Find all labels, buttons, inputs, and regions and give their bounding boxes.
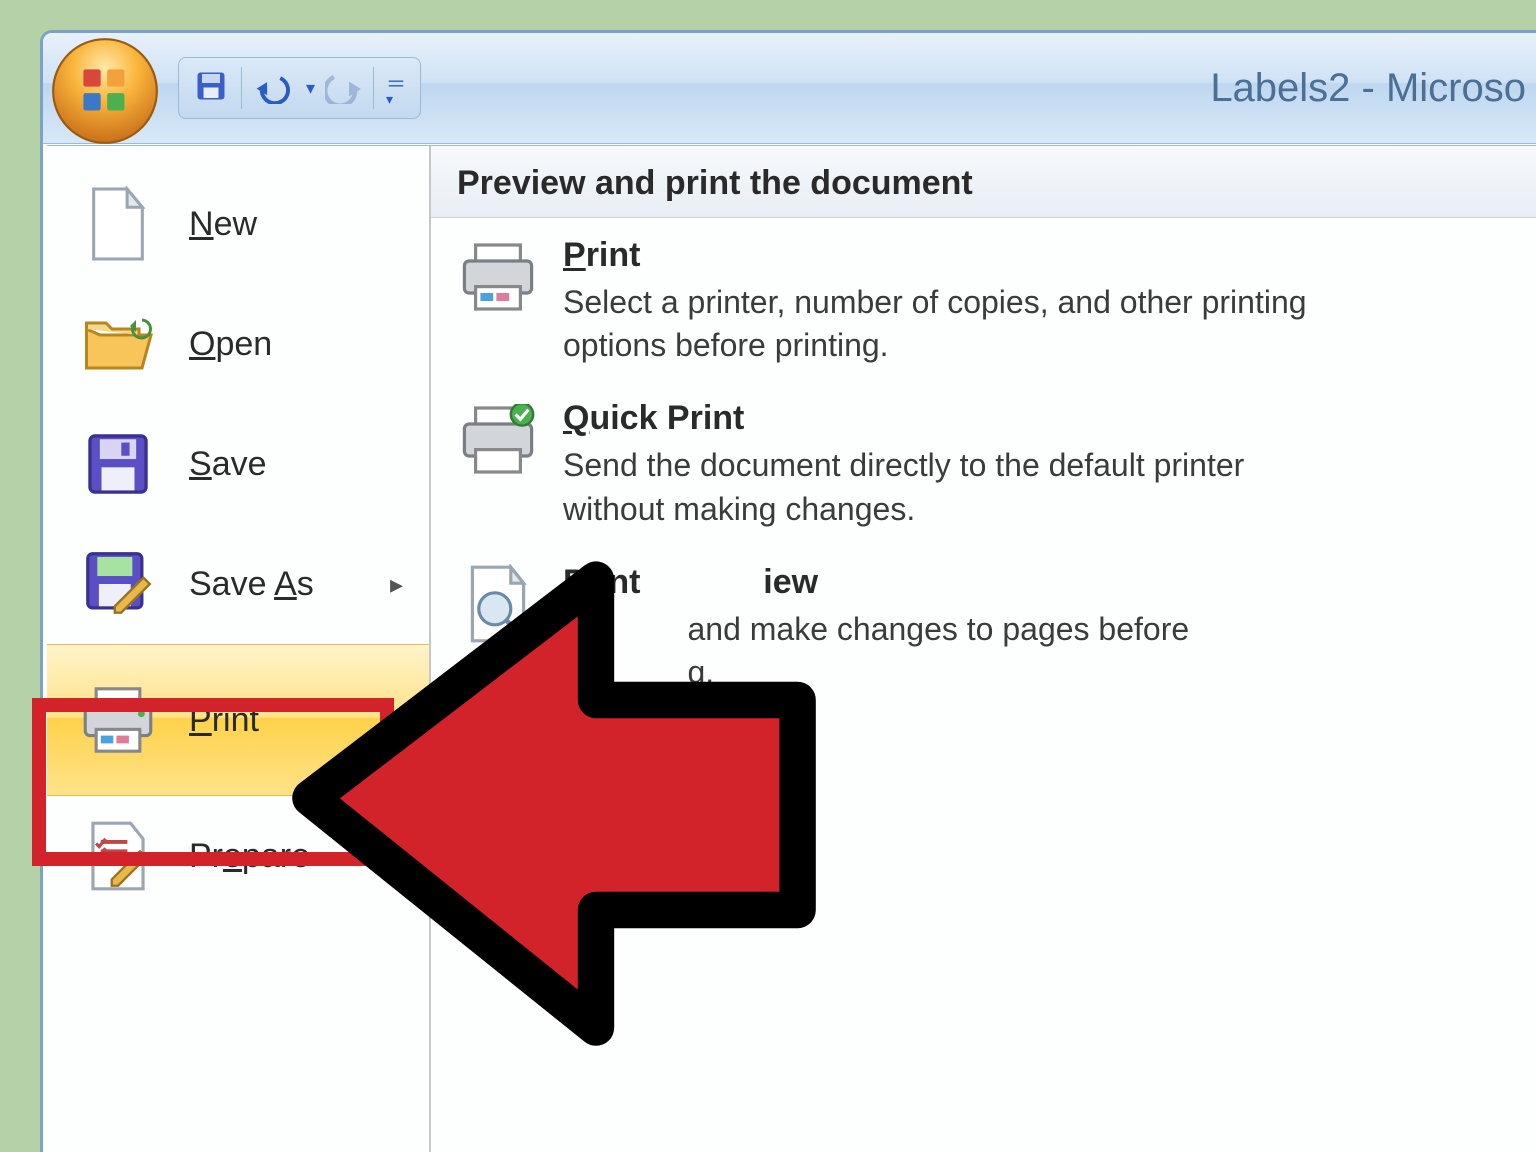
office-button[interactable] [51, 37, 159, 145]
menu-item-label: Save As [189, 565, 314, 604]
quick-print-icon [457, 399, 539, 481]
redo-icon[interactable] [325, 68, 361, 109]
panel-item-title: Quick PrintQuick Print [563, 399, 1323, 438]
panel-header: Preview and print the document [431, 146, 1536, 218]
panel-item-title: PrintPrint [563, 236, 1323, 275]
printer-icon [457, 236, 539, 318]
menu-item-save[interactable]: Save Save [47, 404, 429, 524]
quick-access-toolbar: ▾ ＝▾ [178, 57, 421, 119]
titlebar: ▾ ＝▾ Labels2 - Microso [43, 33, 1536, 144]
undo-icon[interactable] [254, 68, 296, 109]
print-submenu-panel: Preview and print the document PrintPrin… [431, 146, 1536, 1152]
new-document-icon [79, 185, 157, 263]
panel-item-print[interactable]: PrintPrint Select a printer, number of c… [431, 218, 1536, 381]
save-as-icon [79, 545, 157, 623]
print-preview-icon [457, 563, 539, 645]
panel-item-quick-print[interactable]: Quick PrintQuick Print Send the document… [431, 381, 1536, 544]
menu-item-label: Save [189, 445, 267, 484]
menu-item-save-as[interactable]: Save As ▸ Save As [47, 524, 429, 644]
office-menu: NNewew Open Open [47, 145, 1536, 1152]
qat-customize[interactable]: ＝▾ [386, 68, 406, 108]
panel-item-desc: Select a printer, number of copies, and … [563, 281, 1323, 367]
window-title: Labels2 - Microso [1210, 33, 1536, 143]
prepare-icon [79, 817, 157, 895]
menu-item-label: Prepare [189, 837, 310, 876]
submenu-arrow-icon: ▸ [390, 841, 403, 872]
open-folder-icon [79, 305, 157, 383]
panel-item-desc: Send the document directly to the defaul… [563, 444, 1323, 530]
menu-item-print[interactable]: Print ▸ Print [47, 644, 429, 796]
menu-item-label: Print [189, 701, 259, 740]
panel-item-desc: and make changes to pages before g. [563, 608, 1189, 694]
printer-icon [79, 681, 157, 759]
submenu-arrow-icon: ▸ [390, 569, 403, 600]
menu-item-prepare[interactable]: Prepare ▸ Prepare [47, 796, 429, 916]
undo-dropdown[interactable]: ▾ [306, 78, 315, 99]
office-menu-left: NNewew Open Open [47, 146, 431, 1152]
save-icon[interactable] [193, 68, 229, 109]
menu-item-label: NNewew [189, 205, 257, 244]
submenu-arrow-icon: ▸ [390, 705, 403, 736]
menu-item-new[interactable]: NNewew [47, 164, 429, 284]
menu-item-label: Open [189, 325, 272, 364]
panel-item-title: Print iew [563, 563, 1189, 602]
panel-item-print-preview[interactable]: Print iew and make changes to pages befo… [431, 545, 1536, 708]
save-floppy-icon [79, 425, 157, 503]
menu-item-open[interactable]: Open Open [47, 284, 429, 404]
word-window: ▾ ＝▾ Labels2 - Microso NN [40, 30, 1536, 1152]
